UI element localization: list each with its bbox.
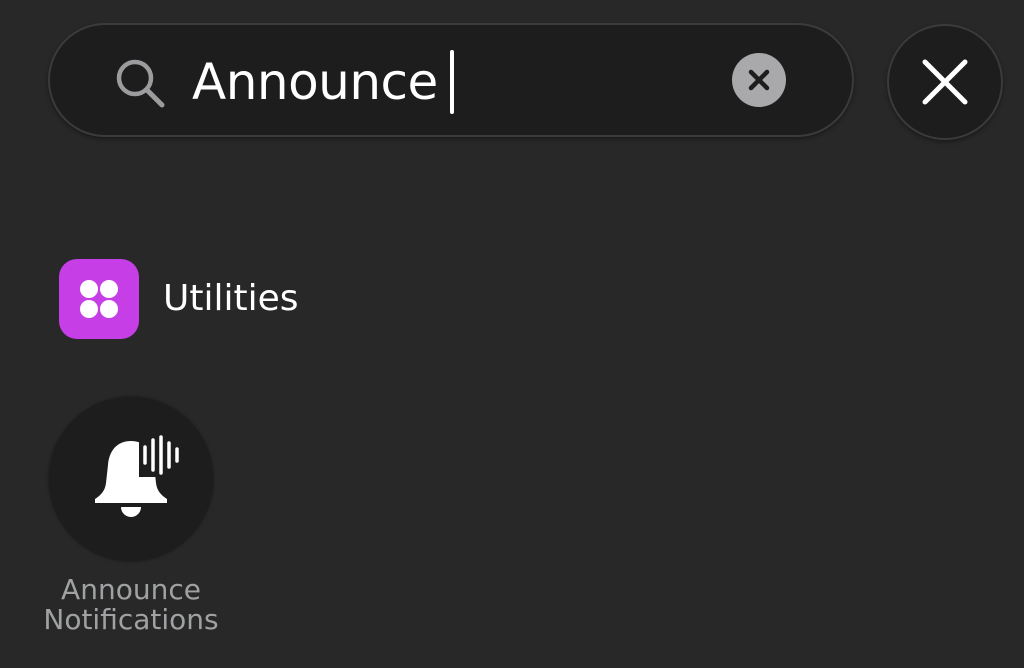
shortcuts-search-screen: Announce Utilities Announce Notification… (0, 0, 1024, 668)
action-icon-circle (49, 397, 213, 561)
action-label: Announce Notifications (34, 575, 228, 635)
search-icon (116, 59, 165, 108)
announce-bell-icon (95, 433, 185, 517)
search-input-value: Announce (192, 53, 438, 111)
search-input[interactable]: Announce (192, 50, 454, 114)
search-bar[interactable]: Announce (48, 23, 854, 137)
action-label-line2: Notifications (43, 603, 219, 636)
clear-search-button[interactable] (732, 53, 786, 107)
category-label: Utilities (163, 278, 299, 319)
action-label-line1: Announce (61, 573, 201, 606)
close-icon (922, 59, 968, 105)
text-caret (449, 50, 454, 114)
clear-circle-icon (748, 69, 770, 91)
action-announce-notifications[interactable]: Announce Notifications (34, 397, 228, 647)
close-button[interactable] (887, 24, 1003, 140)
utilities-icon (59, 259, 139, 339)
category-utilities[interactable]: Utilities (59, 258, 299, 340)
